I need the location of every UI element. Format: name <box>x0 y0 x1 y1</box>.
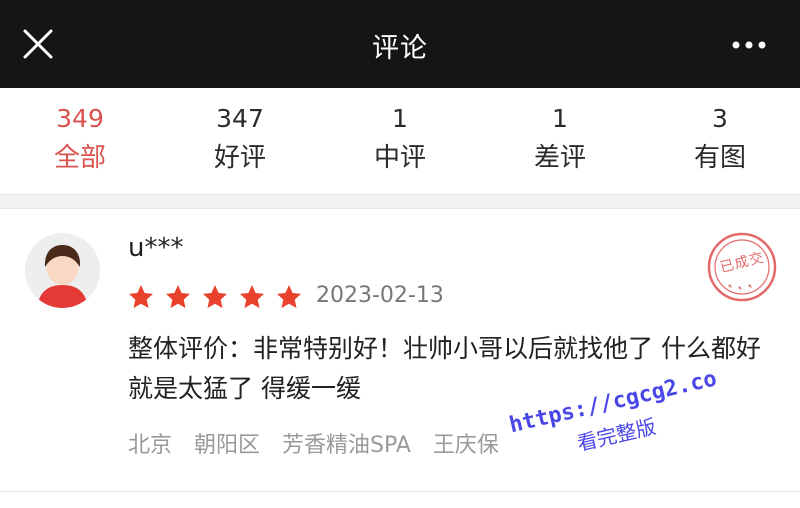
tab-count: 347 <box>216 104 264 133</box>
review-item: u*** 2023-02-13 已成交 整体评价：非常特别好！壮帅小哥以后就找他… <box>0 209 800 492</box>
star-icon <box>127 283 155 311</box>
star-icon <box>275 283 303 311</box>
user-avatar-icon <box>25 233 100 308</box>
more-horizontal-icon <box>732 41 766 49</box>
review-tags: 北京 朝阳区 芳香精油SPA 王庆保 <box>128 427 521 459</box>
tab-label: 中评 <box>373 143 426 173</box>
tab-count: 349 <box>56 104 104 133</box>
deal-stamp: 已成交 <box>706 231 778 303</box>
tag-district[interactable]: 朝阳区 <box>194 427 260 459</box>
tab-all[interactable]: 349 全部 <box>0 88 160 194</box>
tab-count: 1 <box>552 104 568 133</box>
review-date: 2023-02-13 <box>316 283 444 308</box>
tag-city[interactable]: 北京 <box>128 427 172 459</box>
top-bar: 评论 <box>0 0 800 88</box>
tab-count: 3 <box>712 104 728 133</box>
tab-label: 全部 <box>53 143 106 173</box>
username[interactable]: u*** <box>128 233 183 263</box>
more-button[interactable] <box>724 30 774 60</box>
avatar[interactable] <box>25 233 100 308</box>
tab-label: 好评 <box>213 143 266 173</box>
rating-stars <box>127 283 312 311</box>
tab-label: 差评 <box>533 143 586 173</box>
review-content: 整体评价：非常特别好！壮帅小哥以后就找他了 什么都好就是太猛了 得缓一缓 <box>128 334 761 403</box>
tag-staff[interactable]: 王庆保 <box>433 427 499 459</box>
tab-label: 有图 <box>693 143 746 173</box>
section-divider <box>0 194 800 209</box>
tag-service[interactable]: 芳香精油SPA <box>282 427 411 459</box>
bottom-divider <box>0 491 800 492</box>
tab-neutral[interactable]: 1 中评 <box>320 88 480 194</box>
star-icon <box>201 283 229 311</box>
star-icon <box>164 283 192 311</box>
tab-count: 1 <box>392 104 408 133</box>
tab-positive[interactable]: 347 好评 <box>160 88 320 194</box>
tab-negative[interactable]: 1 差评 <box>480 88 640 194</box>
page-title: 评论 <box>372 33 428 64</box>
star-icon <box>238 283 266 311</box>
tab-with-photos[interactable]: 3 有图 <box>640 88 800 194</box>
filter-tabs: 349 全部 347 好评 1 中评 1 差评 3 有图 <box>0 88 800 194</box>
